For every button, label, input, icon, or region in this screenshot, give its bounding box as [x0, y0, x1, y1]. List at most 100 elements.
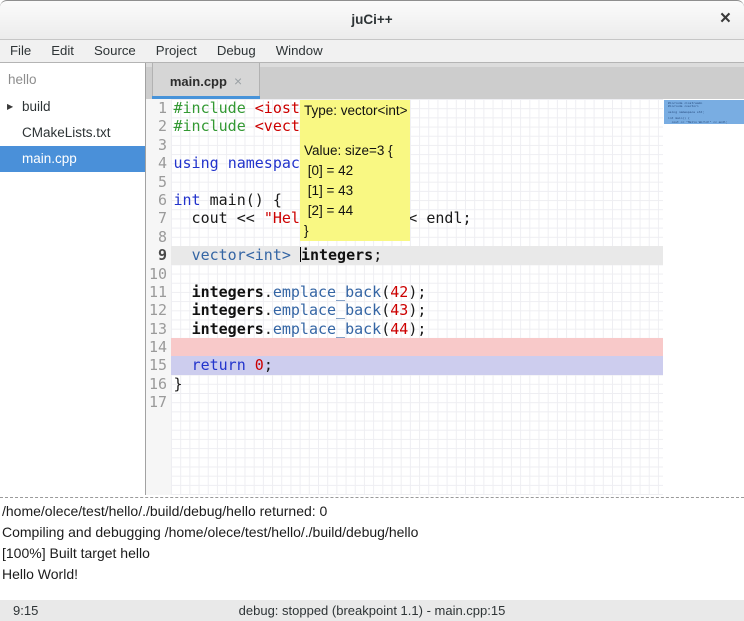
- line-number: 9: [146, 246, 171, 264]
- code-token: }: [174, 375, 183, 393]
- code-line[interactable]: using namespace std;: [171, 154, 663, 172]
- code-token: [174, 246, 192, 264]
- line-number: 2: [146, 117, 171, 135]
- code-token: ;: [373, 246, 382, 264]
- minimap-micro-text: #include <iostream> #include <vector> us…: [668, 102, 744, 124]
- code-line[interactable]: #include <iostream>: [171, 99, 663, 117]
- line-number: 17: [146, 393, 171, 411]
- splitter-dashed-line: [0, 497, 744, 498]
- code-token: [246, 117, 255, 135]
- code-line[interactable]: [171, 393, 663, 411]
- menu-item-file[interactable]: File: [0, 40, 41, 62]
- status-bar: 9:15 debug: stopped (breakpoint 1.1) - m…: [0, 600, 744, 621]
- code-token: integers: [192, 283, 264, 301]
- sidebar-item-build[interactable]: ▶ build: [0, 94, 145, 120]
- line-number: 14: [146, 338, 171, 356]
- code-token: );: [408, 320, 426, 338]
- debug-value-tooltip: Type: vector<int>Value: size=3 { [0] = 4…: [300, 100, 410, 241]
- tooltip-line: [2] = 44: [304, 201, 410, 221]
- tooltip-line: [1] = 43: [304, 181, 410, 201]
- code-line[interactable]: [171, 338, 663, 356]
- line-number: 11: [146, 283, 171, 301]
- sidebar-item-main-cpp[interactable]: main.cpp: [0, 146, 145, 172]
- code-token: .: [264, 301, 273, 319]
- menu-item-window[interactable]: Window: [266, 40, 333, 62]
- code-token: integers: [192, 301, 264, 319]
- code-token: [174, 283, 192, 301]
- code-token: (: [381, 320, 390, 338]
- code-token: #include: [174, 99, 246, 117]
- code-token: main() {: [201, 191, 282, 209]
- line-number-gutter: 1234567891011121314151617: [146, 99, 171, 495]
- code-token: [246, 356, 255, 374]
- code-line[interactable]: return 0;: [171, 356, 663, 374]
- tooltip-line: [304, 121, 410, 141]
- project-label: hello: [0, 63, 145, 94]
- code-token: using: [174, 154, 219, 172]
- code-line[interactable]: cout << "Hello World!" << endl;: [171, 209, 663, 227]
- line-number: 8: [146, 228, 171, 246]
- code-line[interactable]: int main() {: [171, 191, 663, 209]
- line-number: 7: [146, 209, 171, 227]
- code-token: integers: [301, 246, 373, 264]
- file-tree: ▶ build CMakeLists.txt main.cpp: [0, 94, 145, 172]
- tab-close-icon[interactable]: ×: [234, 74, 242, 88]
- code-line[interactable]: #include <vector>: [171, 117, 663, 135]
- tab-label: main.cpp: [170, 74, 227, 89]
- menu-item-edit[interactable]: Edit: [41, 40, 84, 62]
- code-line[interactable]: }: [171, 375, 663, 393]
- line-number: 10: [146, 265, 171, 283]
- file-tree-panel: hello ▶ build CMakeLists.txt main.cpp: [0, 63, 146, 495]
- line-number: 4: [146, 154, 171, 172]
- line-number: 1: [146, 99, 171, 117]
- code-token: );: [408, 301, 426, 319]
- code-token: );: [408, 283, 426, 301]
- terminal-line: Hello World!: [0, 564, 744, 585]
- tab-main-cpp[interactable]: main.cpp ×: [152, 63, 260, 99]
- window-title: juCi++: [0, 1, 744, 39]
- code-line[interactable]: [171, 265, 663, 283]
- code-token: emplace_back: [273, 301, 381, 319]
- title-bar[interactable]: juCi++ ×: [0, 0, 744, 40]
- minimap-slider[interactable]: #include <iostream> #include <vector> us…: [664, 100, 744, 124]
- code-line[interactable]: [171, 136, 663, 154]
- menu-bar: FileEditSourceProjectDebugWindow: [0, 40, 744, 63]
- line-number: 6: [146, 191, 171, 209]
- code-token: [174, 320, 192, 338]
- code-token: cout <<: [174, 209, 264, 227]
- line-number: 3: [146, 136, 171, 154]
- code-line[interactable]: integers.emplace_back(42);: [171, 283, 663, 301]
- code-token: [174, 301, 192, 319]
- code-token: #include: [174, 117, 246, 135]
- code-token: 44: [390, 320, 408, 338]
- minimap[interactable]: #include <iostream> #include <vector> us…: [663, 99, 744, 495]
- menu-item-source[interactable]: Source: [84, 40, 146, 62]
- code-line[interactable]: [171, 173, 663, 191]
- code-token: (: [381, 283, 390, 301]
- menu-item-project[interactable]: Project: [146, 40, 207, 62]
- terminal-output[interactable]: /home/olece/test/hello/./build/debug/hel…: [0, 501, 744, 600]
- tab-bar: main.cpp ×: [146, 63, 744, 100]
- menu-item-debug[interactable]: Debug: [207, 40, 266, 62]
- terminal-line: /home/olece/test/hello/./build/debug/hel…: [0, 501, 744, 522]
- expander-icon[interactable]: ▶: [7, 94, 13, 120]
- code-token: [291, 246, 300, 264]
- code-line[interactable]: [171, 228, 663, 246]
- tree-item-label: build: [22, 99, 51, 114]
- terminal-line: Compiling and debugging /home/olece/test…: [0, 522, 744, 543]
- code-token: 42: [390, 283, 408, 301]
- line-number: 16: [146, 375, 171, 393]
- debug-status: debug: stopped (breakpoint 1.1) - main.c…: [0, 600, 744, 621]
- code-line[interactable]: integers.emplace_back(44);: [171, 320, 663, 338]
- sidebar-item-cmakelists-txt[interactable]: CMakeLists.txt: [0, 120, 145, 146]
- code-line[interactable]: vector<int> integers;: [171, 246, 663, 264]
- code-editor[interactable]: #include <iostream>#include <vector> usin…: [171, 99, 663, 495]
- code-line[interactable]: integers.emplace_back(43);: [171, 301, 663, 319]
- tooltip-line: Type: vector<int>: [304, 101, 410, 121]
- line-number: 12: [146, 301, 171, 319]
- tooltip-line: [0] = 42: [304, 161, 410, 181]
- close-icon[interactable]: ×: [720, 1, 731, 37]
- code-token: namespace: [228, 154, 309, 172]
- code-token: .: [264, 320, 273, 338]
- tree-item-label: main.cpp: [22, 151, 77, 166]
